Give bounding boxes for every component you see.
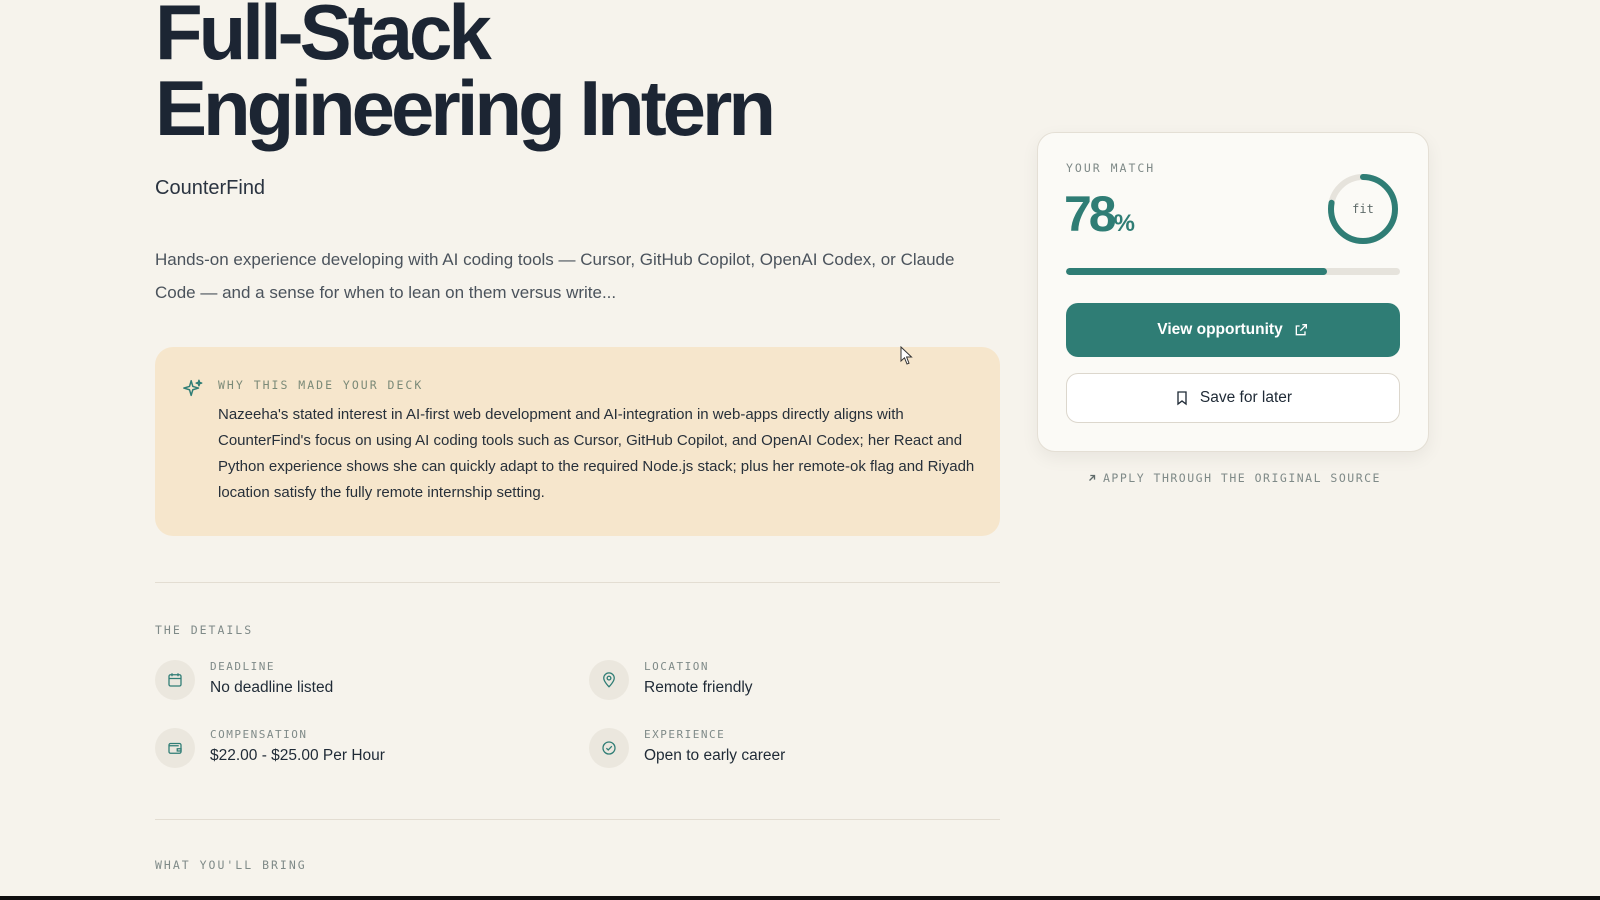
detail-value: Open to early career	[644, 747, 786, 764]
detail-icon-wrap	[589, 728, 629, 768]
save-for-later-label: Save for later	[1199, 389, 1293, 406]
detail-label: EXPERIENCE	[644, 728, 726, 741]
detail-label: LOCATION	[644, 660, 709, 673]
company-name: CounterFind	[155, 177, 266, 199]
match-score-value: 78	[1064, 186, 1117, 242]
job-summary: Hands-on experience developing with AI c…	[155, 250, 955, 302]
details-heading: THE DETAILS	[155, 623, 254, 637]
arrow-up-right-icon	[1089, 474, 1096, 481]
fit-ring: fit	[1328, 174, 1398, 244]
match-label: YOUR MATCH	[1066, 161, 1156, 175]
save-for-later-button[interactable]: Save for later	[1066, 373, 1400, 423]
detail-location: LOCATION Remote friendly	[589, 660, 989, 706]
external-link-icon	[1295, 324, 1307, 336]
detail-value: Remote friendly	[644, 679, 753, 696]
why-this-made-your-deck-card: WHY THIS MADE YOUR DECK Nazeeha's stated…	[155, 347, 1000, 536]
apply-note-text: APPLY THROUGH THE ORIGINAL SOURCE	[1103, 471, 1381, 485]
detail-icon-wrap	[155, 660, 195, 700]
fit-ring-label: fit	[1352, 202, 1374, 216]
match-score-suffix: %	[1113, 210, 1135, 237]
match-score: 78%	[1064, 185, 1135, 243]
wallet-icon	[168, 742, 182, 754]
detail-value: $22.00 - $25.00 Per Hour	[210, 747, 385, 764]
detail-deadline: DEADLINE No deadline listed	[155, 660, 555, 706]
job-detail-page: Full-Stack Engineering Intern CounterFin…	[0, 0, 1600, 900]
calendar-icon	[168, 673, 182, 687]
what-youll-bring-heading: WHAT YOU'LL BRING	[155, 858, 307, 872]
match-card: YOUR MATCH 78% fit View opportunity Save…	[1037, 132, 1429, 452]
why-heading: WHY THIS MADE YOUR DECK	[218, 378, 424, 392]
view-opportunity-button[interactable]: View opportunity	[1066, 303, 1400, 357]
sparkle-icon	[183, 379, 203, 397]
view-opportunity-label: View opportunity	[1157, 321, 1283, 338]
bookmark-icon	[1177, 391, 1187, 406]
location-pin-icon	[603, 672, 615, 688]
detail-label: COMPENSATION	[210, 728, 308, 741]
detail-icon-wrap	[589, 660, 629, 700]
job-title: Full-Stack Engineering Intern	[155, 0, 776, 152]
section-divider	[155, 582, 1000, 583]
match-progress-bar	[1066, 268, 1400, 275]
detail-compensation: COMPENSATION $22.00 - $25.00 Per Hour	[155, 728, 555, 774]
section-divider	[155, 819, 1000, 820]
detail-icon-wrap	[155, 728, 195, 768]
apply-through-source-note[interactable]: APPLY THROUGH THE ORIGINAL SOURCE	[1087, 471, 1381, 485]
why-explanation: Nazeeha's stated interest in AI-first we…	[218, 406, 975, 501]
detail-experience: EXPERIENCE Open to early career	[589, 728, 989, 774]
match-progress-fill	[1066, 268, 1327, 275]
check-circle-icon	[602, 741, 616, 755]
detail-value: No deadline listed	[210, 679, 334, 696]
screen-bottom-edge	[0, 896, 1600, 900]
mouse-cursor-icon	[900, 346, 913, 365]
detail-label: DEADLINE	[210, 660, 275, 673]
